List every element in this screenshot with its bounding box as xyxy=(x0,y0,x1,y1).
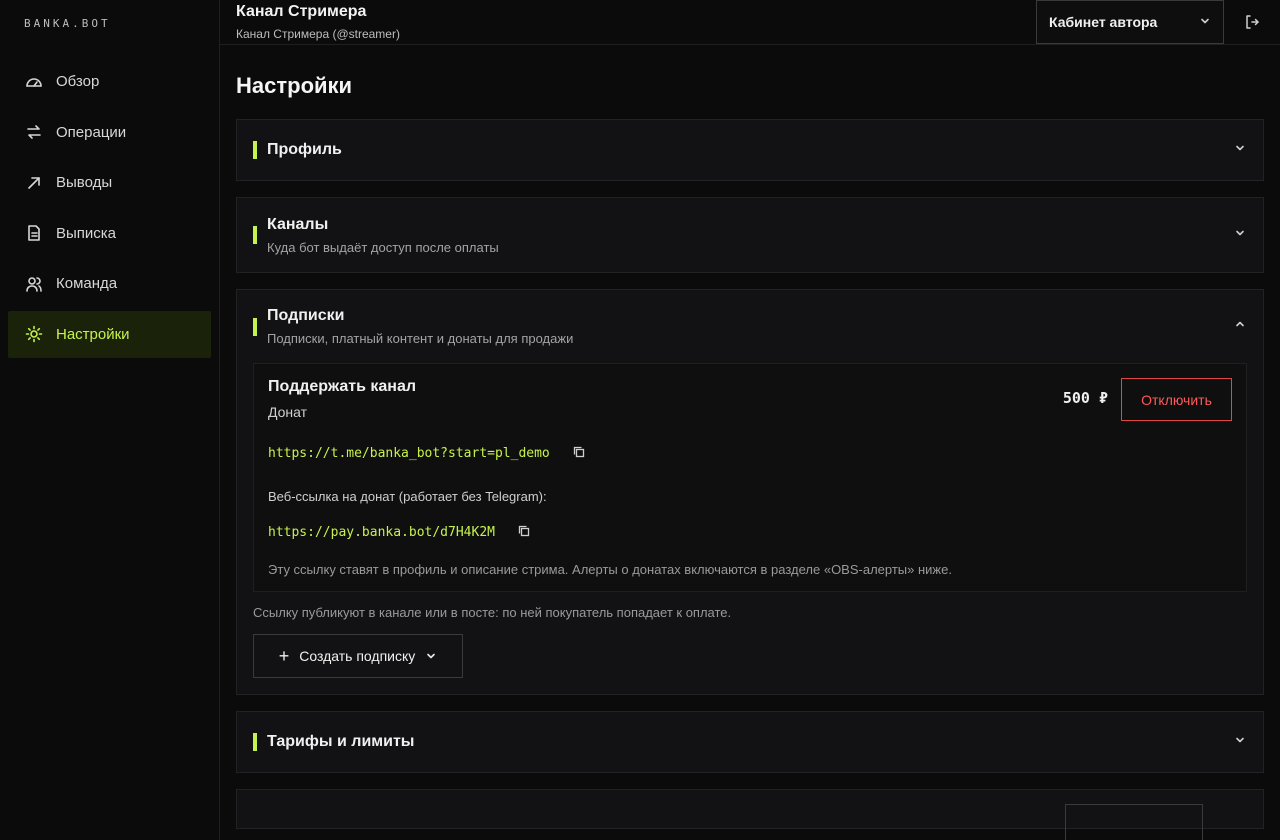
sidebar-item-label: Обзор xyxy=(56,73,100,90)
section-title: Подписки xyxy=(267,307,345,324)
sidebar-item-label: Настройки xyxy=(56,325,130,343)
logout-icon[interactable] xyxy=(1240,10,1264,34)
copy-icon[interactable] xyxy=(572,445,588,461)
topbar: Канал Стримера Канал Стримера (@streamer… xyxy=(220,0,1280,45)
chevron-down-icon xyxy=(1233,141,1247,160)
section-next-partial xyxy=(236,789,1264,840)
web-link[interactable]: https://pay.banka.bot/d7H4K2M xyxy=(268,525,495,540)
sidebar-item-label: Команда xyxy=(56,275,118,292)
sidebar-item-label: Выписка xyxy=(56,224,117,242)
sidebar-item-overview[interactable]: Обзор xyxy=(8,58,211,105)
section-tariffs-header[interactable]: Тарифы и лимиты xyxy=(237,712,1263,772)
partial-button[interactable] xyxy=(1065,804,1203,840)
gauge-icon xyxy=(25,73,43,91)
accent-bar xyxy=(253,318,257,336)
section-profile: Профиль xyxy=(236,119,1264,181)
sidebar-item-withdrawals[interactable]: Выводы xyxy=(8,159,211,206)
chevron-down-icon xyxy=(1233,733,1247,752)
chevron-down-icon xyxy=(425,650,437,662)
gear-icon xyxy=(25,325,43,343)
bot-link[interactable]: https://t.me/banka_bot?start=pl_demo xyxy=(268,446,550,461)
section-tariffs: Тарифы и лимиты xyxy=(236,711,1264,773)
sidebar-item-statement[interactable]: Выписка xyxy=(8,210,211,257)
copy-icon[interactable] xyxy=(517,524,533,540)
plan-price: 500 ₽ xyxy=(1062,389,1108,407)
sidebar-item-operations[interactable]: Операции xyxy=(8,109,211,156)
channel-title: Канал Стримера xyxy=(236,3,367,20)
section-title: Каналы xyxy=(267,215,329,233)
chevron-down-icon xyxy=(1199,14,1211,30)
section-note: Ссылку публикуют в канале или в посте: п… xyxy=(253,605,732,620)
accent-bar xyxy=(253,733,257,751)
plus-icon: + xyxy=(278,646,290,666)
plan-hint: Эту ссылку ставят в профиль и описание с… xyxy=(268,562,952,577)
section-title: Профиль xyxy=(267,141,342,158)
section-profile-header[interactable]: Профиль xyxy=(237,120,1263,180)
plan-card: Поддержать канал Донат 500 ₽ Отключить h… xyxy=(253,363,1247,592)
page-title: Настройки xyxy=(236,73,353,98)
cabinet-select-label: Кабинет автора xyxy=(1049,14,1158,30)
section-title: Тарифы и лимиты xyxy=(267,733,415,750)
section-channels-header[interactable]: Каналы Куда бот выдаёт доступ после опла… xyxy=(237,198,1263,272)
cabinet-select[interactable]: Кабинет автора xyxy=(1036,0,1224,44)
sidebar-item-label: Операции xyxy=(56,123,127,141)
chevron-up-icon xyxy=(1233,317,1247,336)
chevron-down-icon xyxy=(1233,226,1247,245)
section-channels: Каналы Куда бот выдаёт доступ после опла… xyxy=(236,197,1264,273)
sidebar-item-settings[interactable]: Настройки xyxy=(8,310,211,358)
section-description: Подписки, платный контент и донаты для п… xyxy=(267,331,574,346)
arrows-swap-icon xyxy=(25,123,43,141)
section-subscriptions: Подписки Подписки, платный контент и дон… xyxy=(236,289,1264,695)
create-subscription-button[interactable]: + Создать подписку xyxy=(253,634,463,678)
section-description: Куда бот выдаёт доступ после оплаты xyxy=(267,239,499,255)
sidebar-item-label: Выводы xyxy=(56,174,113,191)
accent-bar xyxy=(253,141,257,159)
users-icon xyxy=(25,275,43,293)
document-icon xyxy=(25,224,43,242)
logo: BANKA.BOT xyxy=(24,17,111,30)
arrow-up-right-icon xyxy=(25,174,43,192)
web-link-label: Веб-ссылка на донат (работает без Telegr… xyxy=(268,489,547,504)
channel-subtitle: Канал Стримера (@streamer) xyxy=(236,27,400,41)
create-subscription-label: Создать подписку xyxy=(299,648,416,664)
accent-bar xyxy=(253,226,257,244)
sidebar-item-team[interactable]: Команда xyxy=(8,260,211,307)
section-subscriptions-header[interactable]: Подписки Подписки, платный контент и дон… xyxy=(237,290,1263,363)
sidebar: BANKA.BOT Обзор Операции Выводы Выписка xyxy=(0,0,220,840)
disable-button[interactable]: Отключить xyxy=(1121,378,1232,421)
